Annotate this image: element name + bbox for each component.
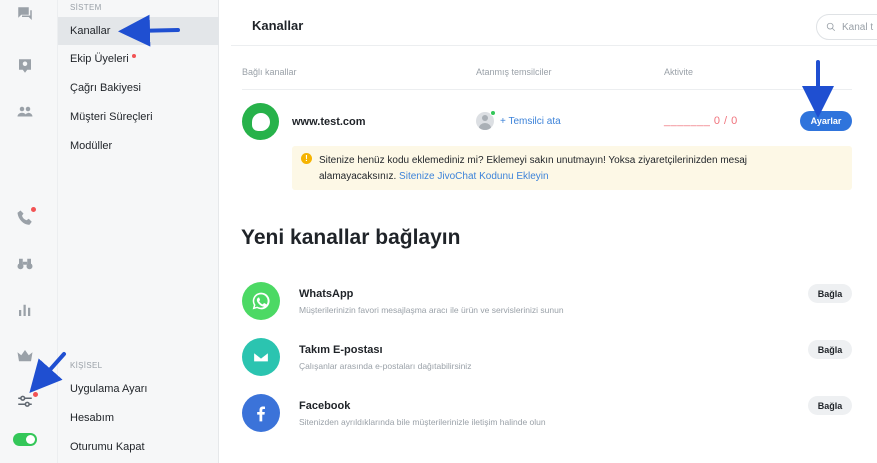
annotation-arrows <box>29 14 834 393</box>
arrow-to-settings-icon <box>29 352 66 393</box>
arrow-to-channels <box>118 14 180 47</box>
